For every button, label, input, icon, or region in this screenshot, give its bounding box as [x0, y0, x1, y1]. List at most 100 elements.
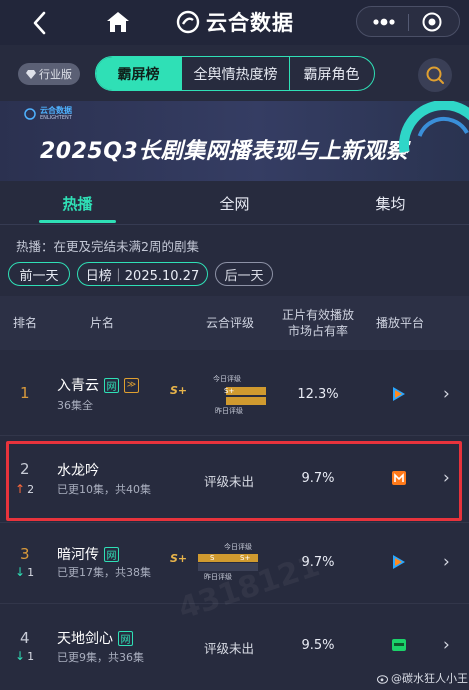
header-rating: 云合评级	[205, 316, 254, 330]
header-share: 正片有效播放 市场占有率	[281, 308, 354, 338]
filter-row: 行业版 霸屏榜 全舆情热度榜 霸屏角色	[0, 45, 469, 101]
industry-label: 行业版	[39, 68, 72, 81]
banner-logo-main: 云合数据	[40, 106, 72, 115]
tab-hot[interactable]: 热播	[39, 181, 116, 225]
rating-yesterday-label: 昨日评级	[215, 407, 243, 415]
row-title-text: 入青云	[57, 378, 99, 394]
list-description: 热播：在更及完结未满2周的剧集	[16, 239, 199, 254]
tab-bar: 热播 全网 集均	[0, 181, 469, 225]
rating-main: S+	[170, 552, 188, 565]
home-icon[interactable]	[104, 8, 132, 36]
row-share: 9.5%	[301, 638, 335, 653]
rating-prev-letter: S+	[240, 554, 251, 562]
diamond-icon	[26, 69, 36, 79]
row-rank: 4	[20, 629, 30, 647]
iqiyi-icon	[392, 639, 406, 651]
rank-change: ↑ 2	[15, 482, 34, 496]
tab-episode-avg[interactable]: 集均	[352, 181, 429, 225]
rating-prev-bar	[226, 397, 266, 405]
row-title-text: 水龙吟	[57, 463, 99, 479]
ranking-type-segment: 霸屏榜 全舆情热度榜 霸屏角色	[95, 56, 375, 91]
row-share: 12.3%	[297, 387, 339, 402]
row-rank: 3	[20, 545, 30, 563]
rating-today-label: 今日评级	[224, 543, 252, 551]
top-bar: 云合数据	[0, 0, 469, 45]
more-icon[interactable]	[371, 13, 397, 31]
chevron-right-icon[interactable]: ›	[443, 468, 450, 488]
brand: 云合数据	[176, 8, 294, 36]
row-rank: 1	[20, 384, 30, 402]
rating-main: S+	[170, 384, 188, 397]
capsule-divider	[408, 14, 409, 31]
tencent-video-icon	[393, 555, 405, 569]
segment-sentiment-heat[interactable]: 全舆情热度榜	[181, 57, 289, 90]
weibo-handle: @碳水狂人小王	[391, 672, 468, 685]
prev-day-button[interactable]: 前一天	[8, 262, 70, 286]
row-title: 水龙吟	[57, 460, 99, 480]
row-title-text: 天地剑心	[57, 631, 113, 647]
report-banner[interactable]: 云合数据 ENLIGHTENT 2025Q3长剧集网播表现与上新观察	[0, 101, 469, 181]
search-icon	[426, 66, 444, 84]
net-drama-badge: 网	[104, 377, 119, 393]
segment-screen-dominance[interactable]: 霸屏榜	[96, 57, 181, 90]
tencent-video-icon	[393, 387, 405, 401]
row-episodes: 已更9集，共36集	[57, 651, 144, 664]
arrow-down-icon: ↓	[15, 649, 26, 663]
header-title: 片名	[89, 316, 114, 330]
current-date-button[interactable]: 日榜｜2025.10.27	[77, 262, 208, 286]
table-row[interactable]: 3 ↓ 1 暗河传 网 已更17集，共38集 S+ 今日评级 S S+ 昨日评级…	[0, 523, 469, 604]
rating-yesterday-label: 昨日评级	[204, 573, 232, 581]
rating-pending: 评级未出	[203, 474, 254, 489]
rank-change-value: 2	[27, 482, 35, 496]
rating-comparison: S+ 今日评级 S S+ 昨日评级	[170, 542, 270, 581]
table-row[interactable]: 2 ↑ 2 水龙吟 已更10集，共40集 评级未出 9.7% ›	[0, 436, 469, 523]
chevron-right-icon[interactable]: ›	[443, 635, 450, 655]
header-platform: 播放平台	[375, 316, 424, 330]
search-button[interactable]	[418, 58, 452, 92]
banner-title: 2025Q3长剧集网播表现与上新观察	[40, 139, 409, 164]
segment-roles[interactable]: 霸屏角色	[289, 57, 373, 90]
mango-tv-icon	[392, 471, 406, 485]
row-rank: 2	[20, 460, 30, 478]
rating-today-label: 今日评级	[213, 375, 241, 383]
extra-badge: ≫	[124, 377, 139, 393]
rating-pending: 评级未出	[203, 641, 254, 656]
net-drama-badge: 网	[104, 546, 119, 562]
table-header: 排名 片名 云合评级 正片有效播放 市场占有率 播放平台	[0, 296, 469, 350]
chevron-right-icon[interactable]: ›	[443, 552, 450, 572]
industry-version-badge[interactable]: 行业版	[18, 63, 80, 85]
rating-comparison: S+ 今日评级 S+ 昨日评级	[170, 374, 270, 415]
row-episodes: 已更10集，共40集	[57, 483, 151, 496]
table-row[interactable]: 1 入青云 网 ≫ 36集全 S+ 今日评级 S+ 昨日评级 12.3% ›	[0, 350, 469, 436]
tab-all-network[interactable]: 全网	[196, 181, 273, 225]
mini-program-capsule	[356, 6, 460, 37]
banner-arc-decoration	[399, 101, 469, 181]
rank-change: ↓ 1	[15, 649, 34, 663]
weibo-credit: @碳水狂人小王	[377, 670, 468, 686]
row-title-text: 暗河传	[57, 547, 99, 563]
rating-today-letter: S	[210, 554, 215, 562]
arrow-up-icon: ↑	[15, 482, 26, 496]
close-target-icon[interactable]	[421, 11, 443, 33]
net-drama-badge: 网	[118, 630, 133, 646]
header-rank: 排名	[12, 316, 37, 330]
next-day-button[interactable]: 后一天	[215, 262, 273, 286]
row-title: 天地剑心 网	[57, 628, 133, 648]
row-title: 入青云 网 ≫	[57, 375, 139, 395]
brand-name: 云合数据	[206, 11, 294, 35]
tab-underline	[39, 220, 116, 223]
brand-logo-icon	[176, 10, 200, 34]
row-share: 9.7%	[301, 471, 335, 486]
rating-prev-letter: S+	[224, 387, 235, 395]
back-arrow-icon[interactable]	[26, 8, 56, 38]
banner-logo: 云合数据 ENLIGHTENT	[24, 106, 72, 121]
rank-change-value: 1	[27, 649, 35, 663]
arrow-down-icon: ↓	[15, 565, 26, 579]
weibo-icon	[377, 674, 388, 684]
chevron-right-icon[interactable]: ›	[443, 384, 450, 404]
banner-logo-sub: ENLIGHTENT	[40, 115, 72, 121]
banner-logo-icon	[24, 107, 36, 120]
date-navigation: 前一天 日榜｜2025.10.27 后一天	[0, 262, 469, 286]
rank-change-value: 1	[27, 565, 35, 579]
row-share: 9.7%	[301, 555, 335, 570]
